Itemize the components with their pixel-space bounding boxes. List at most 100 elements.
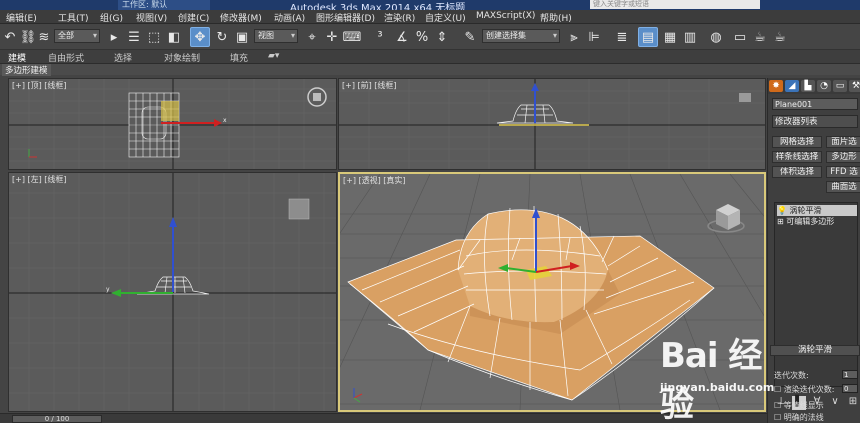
viewport-top-label[interactable]: [+] [顶] [线框] bbox=[12, 80, 67, 91]
main-toolbar: ↶ ⛓ ≋ 全部 ▸ ☰ ⬚ ◧ ✥ ↻ ▣ 视图 ⌖ ✛ ⌨ ³ ∡ % ⇕ … bbox=[0, 24, 860, 50]
hierarchy-tab-icon[interactable]: ▙ bbox=[801, 80, 815, 92]
svg-text:y: y bbox=[106, 286, 110, 293]
menu-views[interactable]: 视图(V) bbox=[136, 11, 167, 24]
modifier-list-dropdown[interactable]: 修改器列表 bbox=[772, 115, 858, 128]
lightbulb-icon[interactable]: 💡 bbox=[777, 206, 787, 215]
ffd-select-button[interactable]: FFD 选 bbox=[826, 166, 860, 178]
render-iters-checkbox[interactable]: ☐ bbox=[774, 385, 781, 394]
workspace-dropdown[interactable]: 工作区: 默认 bbox=[118, 0, 210, 10]
poly-select-button[interactable]: 多边形 bbox=[826, 151, 860, 163]
utilities-tab-icon[interactable]: ⚒ bbox=[849, 80, 860, 92]
selection-filter-dropdown[interactable]: 全部 bbox=[54, 29, 100, 43]
baidu-watermark: Bai 经验 jingyan.baidu.com bbox=[660, 328, 774, 423]
isoline-checkbox[interactable]: ☐ bbox=[774, 401, 781, 410]
menu-rendering[interactable]: 渲染(R) bbox=[384, 11, 415, 24]
viewport-front-canvas bbox=[339, 79, 765, 169]
ribbon-tab-selection[interactable]: 选择 bbox=[114, 51, 132, 64]
ribbon-tab-populate[interactable]: 填充 bbox=[230, 51, 248, 64]
expand-icon[interactable]: ⊞ bbox=[777, 217, 784, 226]
viewport-front[interactable]: [+] [前] [线框] bbox=[338, 78, 766, 170]
menu-help[interactable]: 帮助(H) bbox=[540, 11, 572, 24]
menu-customize[interactable]: 自定义(U) bbox=[425, 11, 466, 24]
stack-item-turbosmooth[interactable]: 💡 涡轮平滑 bbox=[777, 205, 857, 216]
ribbon-tab-object-paint[interactable]: 对象绘制 bbox=[164, 51, 200, 64]
left-viewcube-icon[interactable] bbox=[288, 198, 310, 220]
ribbon-tab-modeling[interactable]: 建模 bbox=[8, 51, 26, 64]
menu-tools[interactable]: 工具(T) bbox=[58, 11, 89, 24]
align-icon[interactable]: ⊫ bbox=[584, 27, 604, 47]
graphite-ribbon: 建模 自由形式 选择 对象绘制 填充 ▰▾ bbox=[0, 50, 860, 64]
isoline-display-row: ☐ 等值线显示 bbox=[774, 401, 824, 410]
select-and-move-icon[interactable]: ✥ bbox=[190, 27, 210, 47]
iterations-spinner[interactable]: 1 bbox=[842, 370, 858, 379]
viewport-top-canvas: x bbox=[9, 79, 336, 169]
create-tab-icon[interactable]: ✸ bbox=[769, 80, 783, 92]
rollout-title[interactable]: 涡轮平滑 bbox=[770, 345, 860, 356]
explicit-normals-row: ☐ 明确的法线 bbox=[774, 413, 824, 422]
snaps-toggle-icon[interactable]: ³ bbox=[370, 27, 390, 47]
named-selection-dropdown[interactable]: 创建选择集 bbox=[482, 29, 560, 43]
reference-coord-dropdown[interactable]: 视图 bbox=[254, 29, 298, 43]
object-name-field[interactable]: Plane001 bbox=[772, 98, 858, 110]
menu-maxscript[interactable]: MAXScript(X) bbox=[476, 11, 535, 21]
layer-manager-icon[interactable]: ≣ bbox=[612, 27, 632, 47]
baidu-logo: Bai 经验 bbox=[660, 336, 762, 423]
bind-spacewarp-icon[interactable]: ≋ bbox=[34, 27, 54, 47]
undo-icon[interactable]: ↶ bbox=[0, 27, 20, 47]
menu-animation[interactable]: 动画(A) bbox=[274, 11, 305, 24]
perspective-viewcube-icon[interactable] bbox=[707, 204, 745, 233]
spline-select-button[interactable]: 样条线选择 bbox=[772, 151, 822, 163]
render-iters-spinner[interactable]: 0 bbox=[842, 384, 858, 393]
select-and-rotate-icon[interactable]: ↻ bbox=[212, 27, 232, 47]
viewport-left-label[interactable]: [+] [左] [线框] bbox=[12, 174, 67, 185]
render-icon[interactable]: ☕ bbox=[770, 27, 790, 47]
turbosmooth-rollout: 涡轮平滑 迭代次数: 1 ☐ 渲染迭代次数: 0 ☐ 等值线显示 ☐ 明确的法线 bbox=[770, 345, 860, 423]
select-by-name-icon[interactable]: ☰ bbox=[124, 27, 144, 47]
stack-item-editable-poly[interactable]: ⊞ 可编辑多边形 bbox=[777, 216, 834, 227]
render-setup-icon[interactable]: ▭ bbox=[730, 27, 750, 47]
front-viewcube-icon[interactable] bbox=[739, 93, 751, 102]
command-panel-tabs: ✸ ◢ ▙ ◔ ▭ ⚒ bbox=[768, 78, 860, 94]
viewport-left[interactable]: [+] [左] [线框] y bbox=[8, 172, 337, 412]
help-search-input[interactable]: 键入关键字或短语 bbox=[590, 0, 760, 9]
mesh-select-button[interactable]: 网格选择 bbox=[772, 136, 822, 148]
ribbon-options-icon[interactable]: ▰▾ bbox=[268, 51, 279, 61]
graphite-toolbar-icon[interactable]: ▤ bbox=[638, 27, 658, 47]
menu-modifiers[interactable]: 修改器(M) bbox=[220, 11, 262, 24]
stack-item-label: 可编辑多边形 bbox=[786, 217, 835, 226]
keyboard-shortcut-icon[interactable]: ⌨ bbox=[342, 27, 362, 47]
motion-tab-icon[interactable]: ◔ bbox=[817, 80, 831, 92]
viewport-top[interactable]: [+] [顶] [线框] x bbox=[8, 78, 337, 170]
menu-edit[interactable]: 编辑(E) bbox=[6, 11, 37, 24]
menu-group[interactable]: 组(G) bbox=[100, 11, 123, 24]
time-slider[interactable]: 0 / 100 bbox=[12, 415, 102, 423]
mirror-icon[interactable]: ⫸ bbox=[564, 27, 584, 47]
angle-snap-icon[interactable]: ∡ bbox=[392, 27, 412, 47]
modify-tab-icon[interactable]: ◢ bbox=[785, 80, 799, 92]
select-object-icon[interactable]: ▸ bbox=[104, 27, 124, 47]
select-manipulate-icon[interactable]: ✛ bbox=[322, 27, 342, 47]
schematic-view-icon[interactable]: ▥ bbox=[680, 27, 700, 47]
window-crossing-icon[interactable]: ◧ bbox=[164, 27, 184, 47]
percent-snap-icon[interactable]: % bbox=[412, 27, 432, 47]
spinner-snap-icon[interactable]: ⇕ bbox=[432, 27, 452, 47]
surface-select-button[interactable]: 曲面选 bbox=[826, 181, 860, 193]
pivot-center-icon[interactable]: ⌖ bbox=[302, 27, 322, 47]
ribbon-subtab-polygon-modeling[interactable]: 多边形建模 bbox=[2, 64, 51, 76]
material-editor-icon[interactable]: ◍ bbox=[706, 27, 726, 47]
volume-select-button[interactable]: 体积选择 bbox=[772, 166, 822, 178]
patch-select-button[interactable]: 面片选 bbox=[826, 136, 860, 148]
menu-graph-editors[interactable]: 图形编辑器(D) bbox=[316, 11, 375, 24]
rect-selection-icon[interactable]: ⬚ bbox=[144, 27, 164, 47]
svg-text:x: x bbox=[223, 117, 227, 124]
viewport-front-label[interactable]: [+] [前] [线框] bbox=[342, 80, 397, 91]
viewport-perspective-label[interactable]: [+] [透视] [真实] bbox=[343, 175, 406, 186]
select-and-scale-icon[interactable]: ▣ bbox=[232, 27, 252, 47]
display-tab-icon[interactable]: ▭ bbox=[833, 80, 847, 92]
edit-named-selection-icon[interactable]: ✎ bbox=[460, 27, 480, 47]
rendered-frame-icon[interactable]: ☕ bbox=[750, 27, 770, 47]
ribbon-tab-freeform[interactable]: 自由形式 bbox=[48, 51, 84, 64]
curve-editor-icon[interactable]: ▦ bbox=[660, 27, 680, 47]
explicit-normals-checkbox[interactable]: ☐ bbox=[774, 413, 781, 422]
menu-create[interactable]: 创建(C) bbox=[178, 11, 209, 24]
